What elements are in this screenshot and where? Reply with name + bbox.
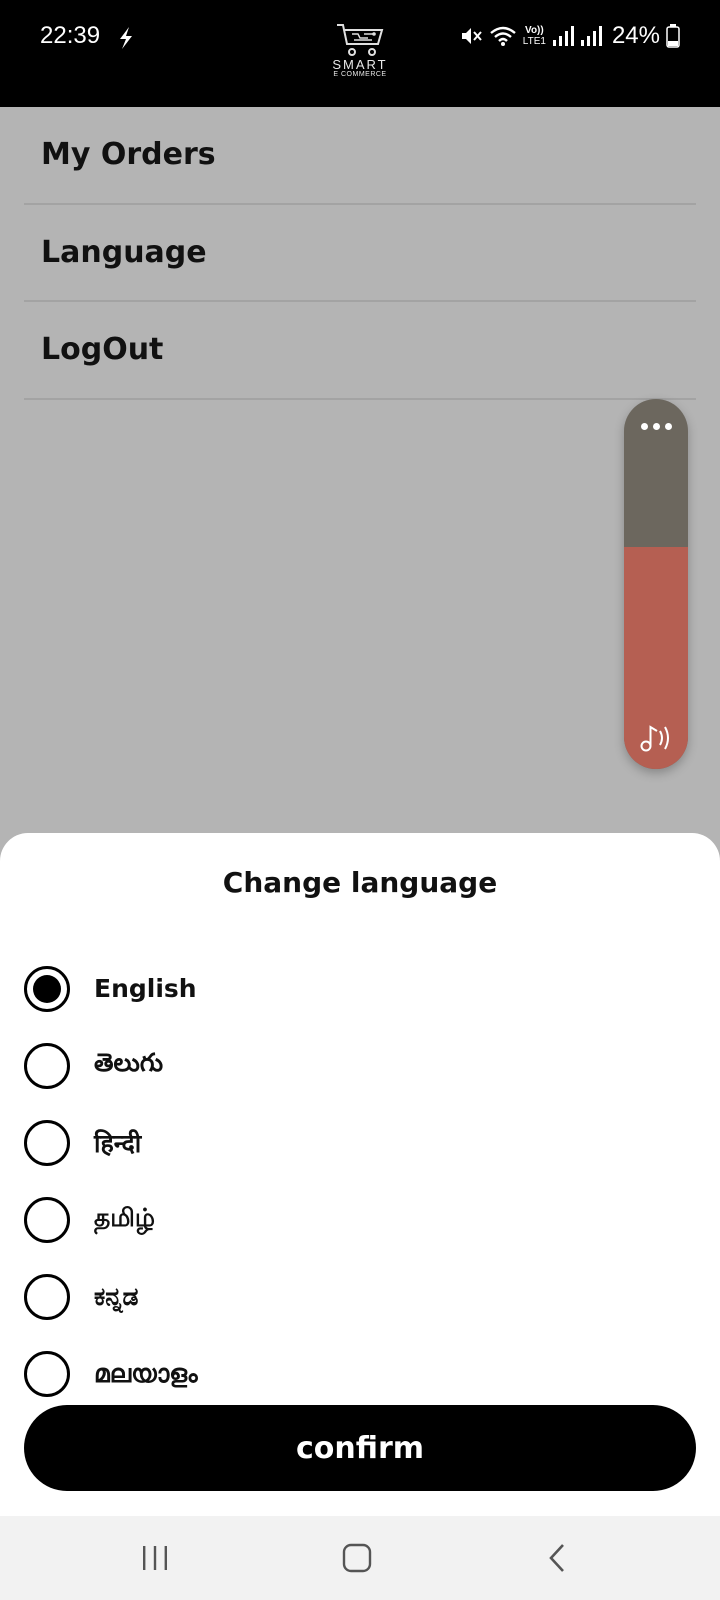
logo-subtitle: E COMMERCE (333, 71, 387, 78)
language-option-tamil[interactable]: தமிழ் (24, 1181, 674, 1258)
language-option-label: తెలుగు (94, 1047, 164, 1077)
radio-button[interactable] (24, 1119, 70, 1166)
sheet-title: Change language (222, 866, 498, 899)
signal-icon-2 (580, 26, 602, 46)
language-option-malayalam[interactable]: മലയാളം (24, 1335, 674, 1412)
language-option-english[interactable]: English (24, 950, 674, 1027)
volte-indicator: Vo)) LTE1 (523, 25, 546, 47)
wifi-icon (490, 26, 516, 46)
radio-button[interactable] (24, 1273, 70, 1320)
language-option-kannada[interactable]: ಕನ್ನಡ (24, 1258, 674, 1335)
language-option-hindi[interactable]: हिन्दी (24, 1104, 674, 1181)
home-button[interactable] (335, 1538, 379, 1578)
radio-button[interactable] (24, 1042, 70, 1089)
back-icon (549, 1544, 564, 1572)
home-icon (342, 1543, 372, 1573)
confirm-button[interactable]: confirm (24, 1405, 696, 1491)
battery-icon (666, 24, 680, 48)
language-options: English తెలుగు हिन्दी தமிழ் ಕನ್ನಡ മലയാളം (24, 950, 674, 1412)
status-bar: 22:39 SMART E COMMERCE Vo)) LTE1 24% (0, 0, 720, 107)
back-button[interactable] (536, 1538, 580, 1578)
logo-title: SMART (332, 57, 388, 72)
menu-item-logout[interactable]: LogOut (24, 302, 696, 400)
menu-item-language[interactable]: Language (24, 205, 696, 302)
change-language-sheet: Change language English తెలుగు हिन्दी தம… (0, 833, 720, 1516)
recent-apps-icon (143, 1546, 167, 1570)
mute-icon (461, 28, 482, 44)
app-logo: SMART E COMMERCE (324, 22, 396, 86)
radio-button[interactable] (24, 1350, 70, 1397)
system-navigation-bar (0, 1516, 720, 1600)
language-option-label: ಕನ್ನಡ (94, 1281, 139, 1311)
signal-icon (552, 26, 574, 46)
radio-button[interactable] (24, 1196, 70, 1243)
language-option-label: English (94, 974, 197, 1003)
language-option-label: தமிழ் (94, 1203, 156, 1232)
volte-top: Vo)) (525, 25, 544, 36)
language-option-telugu[interactable]: తెలుగు (24, 1027, 674, 1104)
language-option-label: മലയാളം (94, 1358, 198, 1388)
volte-bottom: LTE1 (522, 36, 546, 47)
cart-icon (337, 24, 384, 56)
battery-percent: 24% (611, 22, 660, 49)
status-time: 22:39 (40, 22, 101, 49)
more-horizontal-icon[interactable] (624, 423, 688, 430)
menu-item-my-orders[interactable]: My Orders (24, 107, 696, 205)
account-menu: My Orders Language LogOut (24, 107, 696, 400)
recent-apps-button[interactable] (133, 1538, 177, 1578)
media-volume-slider[interactable] (624, 399, 688, 769)
radio-button[interactable] (24, 965, 70, 1012)
language-option-label: हिन्दी (94, 1128, 142, 1158)
flash-icon (120, 27, 132, 49)
music-note-icon (640, 725, 669, 752)
status-icons: Vo)) LTE1 24% (459, 20, 680, 52)
